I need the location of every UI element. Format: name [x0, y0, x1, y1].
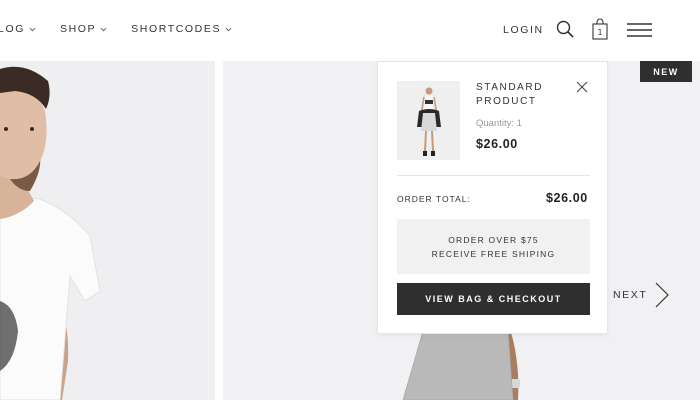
cart-item-image [397, 81, 460, 160]
shopping-bag-icon[interactable]: 1 [592, 18, 608, 40]
chevron-right-icon [655, 282, 670, 308]
nav-item-label: SHOP [59, 23, 97, 35]
site-header: LOG SHOP SHORTCODES LOGIN 1 [0, 0, 700, 60]
mini-cart-dropdown: STANDARD PRODUCT Quantity: 1 $26.00 ORDE… [377, 61, 608, 334]
cart-item-name[interactable]: STANDARD PRODUCT [476, 81, 566, 109]
nav-item-shortcodes[interactable]: SHORTCODES [131, 23, 232, 35]
next-label: NEXT [613, 289, 648, 301]
chevron-down-icon [100, 27, 107, 31]
divider [397, 175, 590, 176]
free-shipping-notice: ORDER OVER $75 RECEIVE FREE SHIPING [397, 219, 590, 274]
nav-item-label: LOG [0, 23, 25, 35]
chevron-down-icon [225, 27, 232, 31]
view-bag-checkout-button[interactable]: VIEW BAG & CHECKOUT [397, 283, 590, 315]
nav-item-shop[interactable]: SHOP [60, 23, 107, 35]
shipping-line-2: RECEIVE FREE SHIPING [431, 248, 556, 259]
close-icon[interactable] [576, 81, 588, 93]
login-link[interactable]: LOGIN [503, 24, 544, 36]
order-total-value: $26.00 [546, 191, 588, 205]
next-button[interactable]: NEXT [613, 282, 670, 308]
chevron-down-icon [29, 27, 36, 31]
search-icon[interactable] [556, 20, 574, 38]
cart-item-quantity: Quantity: 1 [476, 118, 522, 129]
shipping-line-1: ORDER OVER $75 [448, 234, 539, 245]
nav-item-blog[interactable]: LOG [0, 23, 36, 35]
hamburger-menu-icon[interactable] [627, 23, 652, 37]
bag-count: 1 [597, 28, 602, 37]
cart-item-price: $26.00 [476, 137, 518, 151]
new-badge: NEW [640, 61, 692, 82]
cart-item-thumbnail[interactable] [397, 81, 460, 160]
nav-item-label: SHORTCODES [131, 23, 222, 35]
product-tile-left[interactable] [0, 61, 215, 400]
main-nav: LOG SHOP SHORTCODES [0, 23, 232, 35]
order-total-label: ORDER TOTAL: [397, 194, 471, 204]
product-image-tshirt [0, 61, 215, 400]
